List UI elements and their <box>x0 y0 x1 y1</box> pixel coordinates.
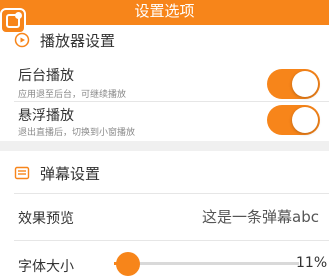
background-play-desc: 应用退至后台，可继续播放 <box>18 90 127 100</box>
page-title: 设置选项 <box>134 2 195 20</box>
font-size-slider-handle[interactable] <box>116 252 140 276</box>
danmaku-preview-text: 这是一条弹幕abc <box>202 208 319 226</box>
danmaku-icon <box>14 166 30 180</box>
danmaku-settings-title: 弹幕设置 <box>40 164 101 183</box>
player-settings-icon <box>14 32 30 48</box>
row-divider <box>14 240 329 241</box>
floating-play-toggle[interactable] <box>267 105 320 135</box>
preview-label: 效果预览 <box>18 211 74 227</box>
settings-screen: 设置选项 播放器设置 后台播放 应用退至后台，可继续播放 悬浮播放 退出直播后，… <box>0 0 329 278</box>
toggle-knob <box>292 107 318 133</box>
toggle-knob <box>292 71 318 97</box>
font-size-value: 11% <box>296 255 328 271</box>
floating-play-label: 悬浮播放 <box>18 108 74 124</box>
floating-play-desc: 退出直播后，切换到小窗播放 <box>18 128 136 138</box>
section-divider <box>0 141 329 151</box>
font-size-slider-track[interactable] <box>114 262 299 265</box>
font-size-label: 字体大小 <box>18 259 74 275</box>
danmaku-settings-header: 弹幕设置 <box>14 161 100 185</box>
player-settings-section: 播放器设置 后台播放 应用退至后台，可继续播放 悬浮播放 退出直播后，切换到小窗… <box>0 25 329 160</box>
background-play-toggle[interactable] <box>267 69 320 99</box>
player-settings-title: 播放器设置 <box>40 31 116 50</box>
background-play-label: 后台播放 <box>18 68 74 84</box>
header-bar: 设置选项 <box>0 0 329 25</box>
player-settings-header: 播放器设置 <box>14 28 115 52</box>
row-divider <box>14 193 329 194</box>
